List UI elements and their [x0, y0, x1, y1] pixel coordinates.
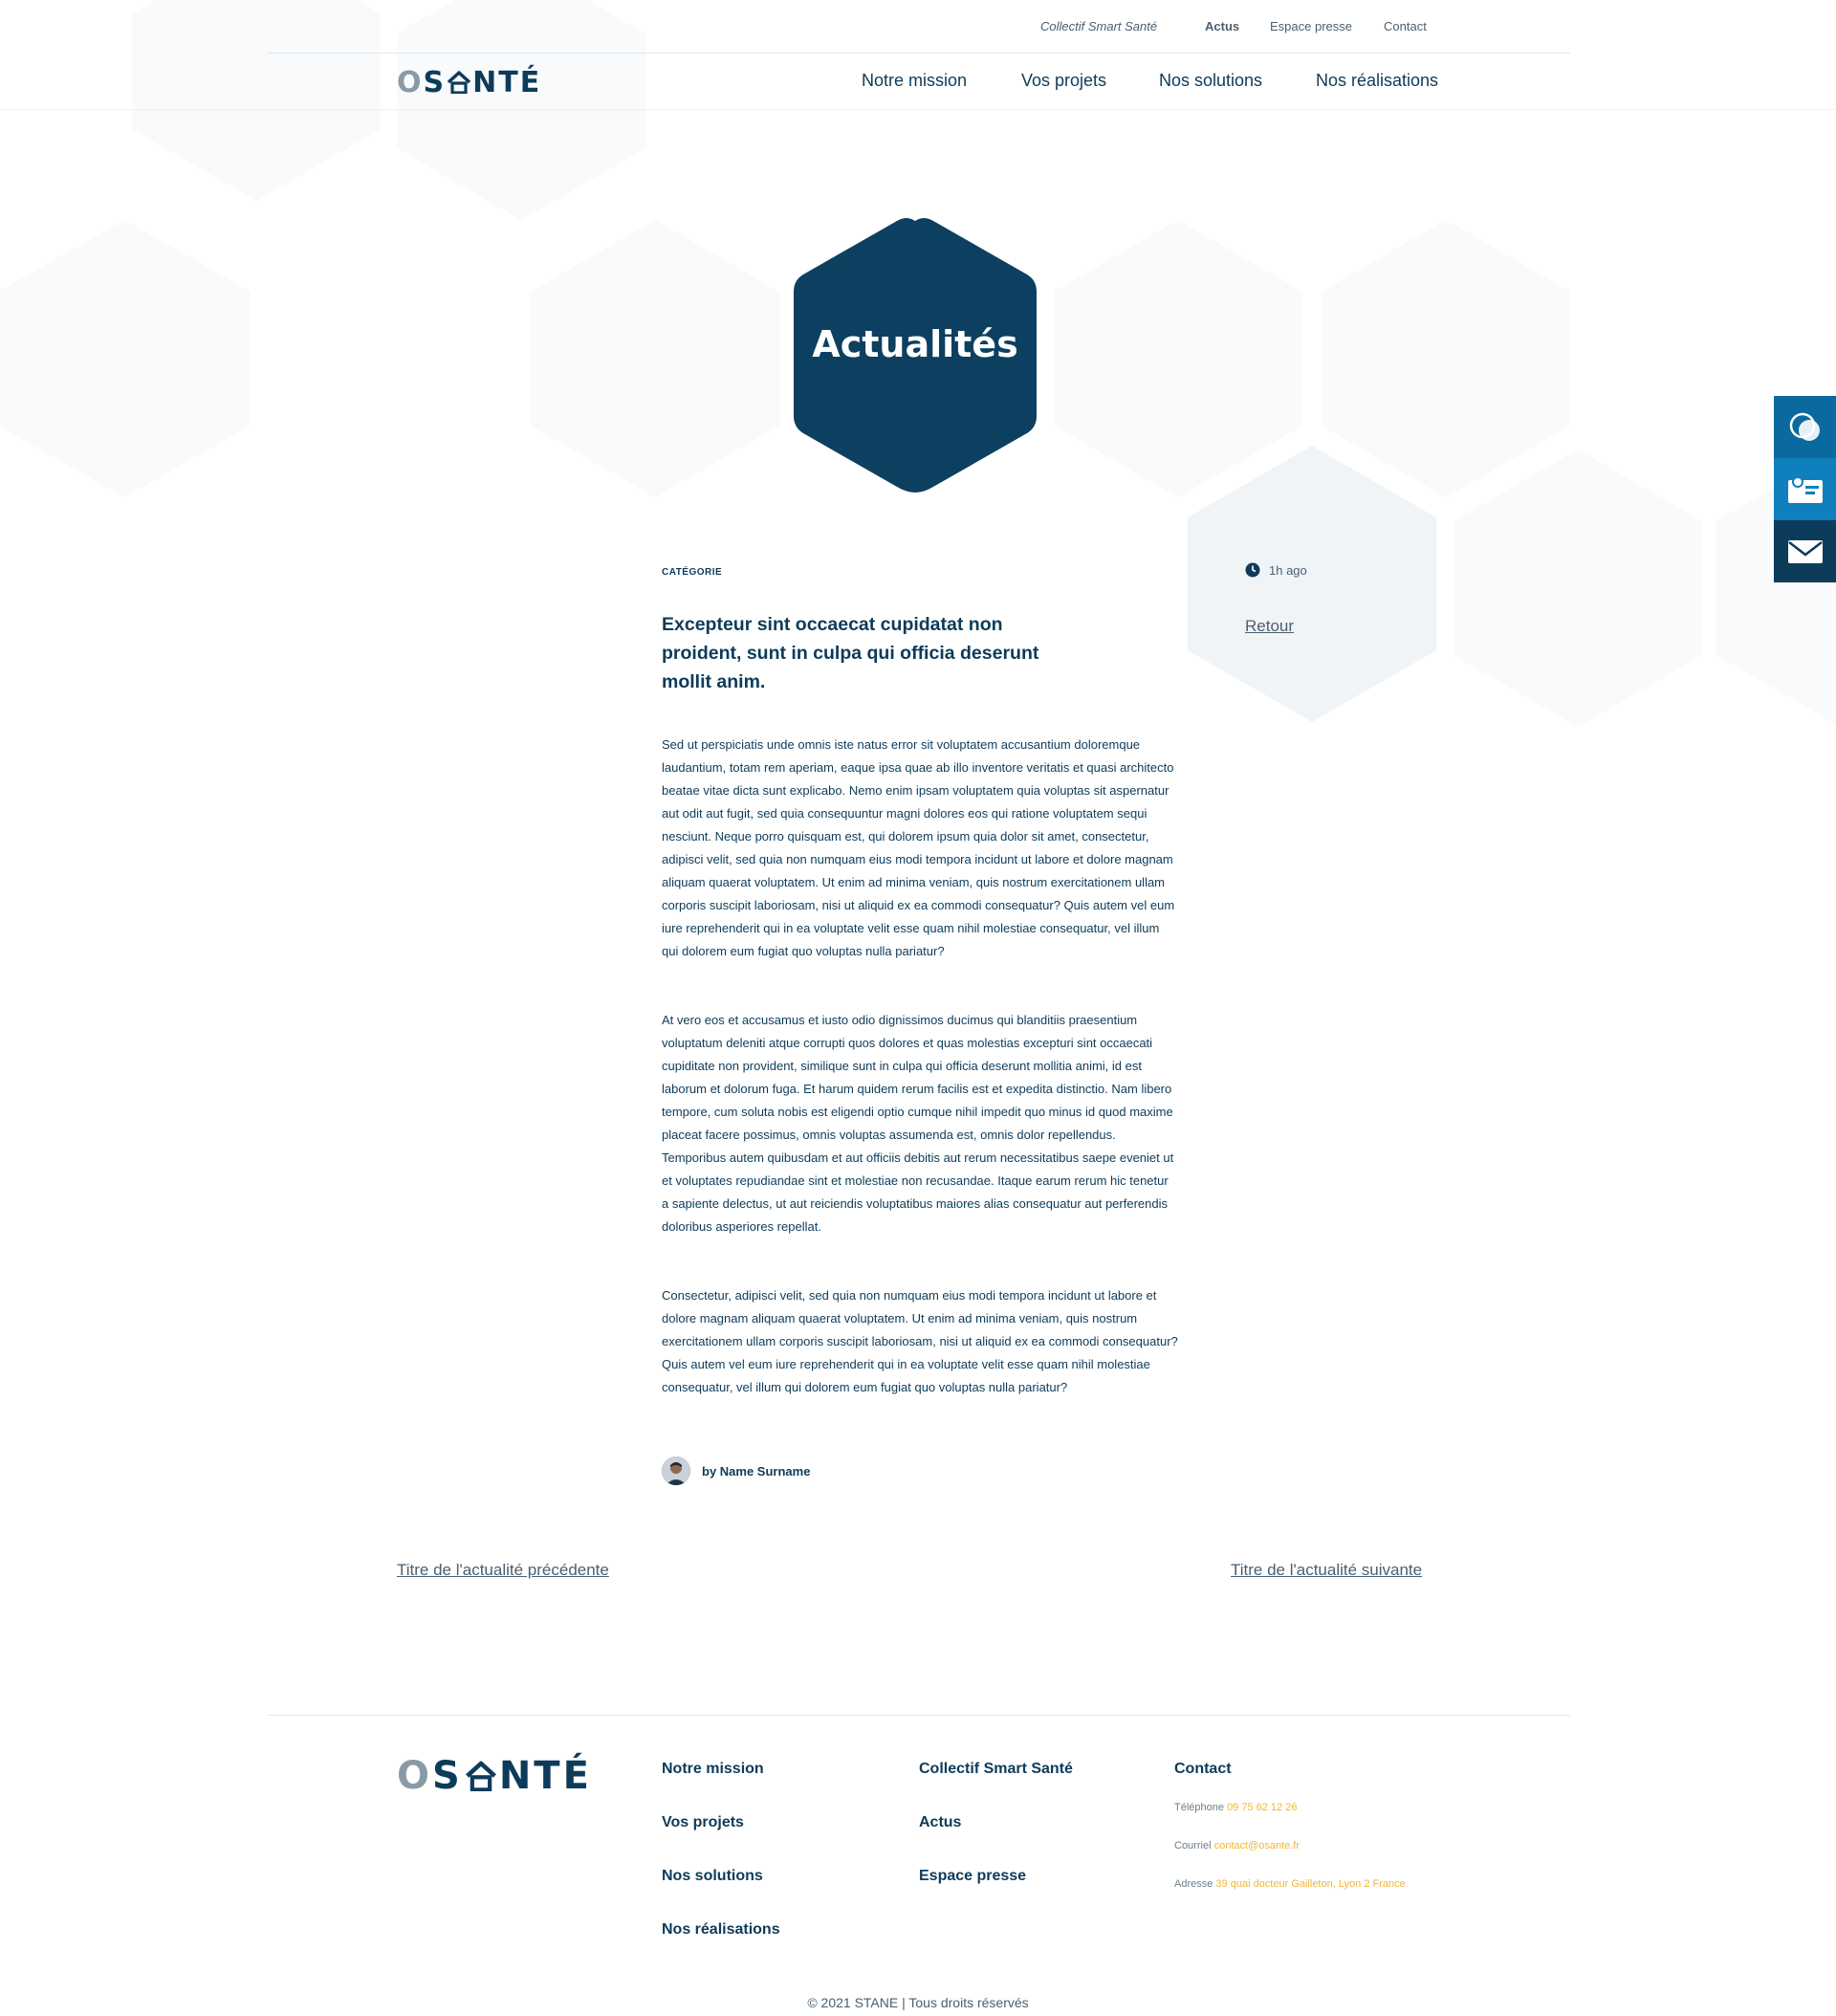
article-headline: Excepteur sint occaecat cupidatat non pr…	[662, 614, 1039, 692]
footer-link-solutions[interactable]: Nos solutions	[662, 1868, 763, 1885]
house-icon	[465, 1761, 496, 1791]
logo-letter-o: O	[397, 65, 424, 99]
nav-nos-realisations[interactable]: Nos réalisations	[1316, 71, 1438, 91]
address-label: Adresse	[1174, 1878, 1213, 1890]
topbar-link-presse[interactable]: Espace presse	[1270, 19, 1352, 33]
article-category: CATÉGORIE	[662, 567, 723, 578]
footer-contact-title: Contact	[1174, 1761, 1232, 1777]
avatar	[662, 1457, 690, 1485]
article-author: by Name Surname	[662, 1457, 810, 1485]
footer-link-presse[interactable]: Espace presse	[919, 1868, 1026, 1885]
footer-link-projets[interactable]: Vos projets	[662, 1814, 744, 1831]
nav-vos-projets[interactable]: Vos projets	[1021, 71, 1106, 91]
footer-divider	[268, 1715, 1570, 1716]
address-value: 39 quai docteur Gailleton, Lyon 2 France	[1215, 1878, 1406, 1890]
topbar-link-contact[interactable]: Contact	[1384, 19, 1427, 33]
nav-nos-solutions[interactable]: Nos solutions	[1159, 71, 1262, 91]
side-widget-mail[interactable]	[1774, 520, 1836, 582]
side-widget-chat[interactable]	[1774, 396, 1836, 458]
author-name: by Name Surname	[702, 1463, 811, 1479]
footer-link-actus[interactable]: Actus	[919, 1814, 961, 1831]
chat-bubbles-icon	[1789, 412, 1820, 441]
back-link[interactable]: Retour	[1245, 617, 1294, 636]
site-logo[interactable]: O S NTÉ	[397, 65, 542, 99]
logo-letter-s: S	[423, 65, 447, 99]
footer-link-collectif[interactable]: Collectif Smart Santé	[919, 1761, 1073, 1778]
bg-hexagon	[1054, 220, 1302, 497]
topbar-link-collectif[interactable]: Collectif Smart Santé	[1040, 19, 1157, 33]
article-paragraph: Sed ut perspiciatis unde omnis iste natu…	[662, 737, 1175, 958]
bg-hexagon	[1454, 449, 1702, 727]
footer-logo[interactable]: O S NTÉ	[397, 1754, 592, 1798]
time-ago: 1h ago	[1269, 562, 1307, 578]
topbar-link-actus[interactable]: Actus	[1205, 19, 1239, 33]
side-widget-contact-card[interactable]	[1774, 458, 1836, 520]
copyright: © 2021 STANE | Tous droits réservés	[807, 1995, 1029, 2010]
contact-card-icon	[1787, 475, 1823, 503]
house-icon	[447, 71, 471, 94]
logo-letters-nte: NTÉ	[498, 1754, 592, 1798]
footer-address: Adresse 39 quai docteur Gailleton, Lyon …	[1174, 1878, 1406, 1890]
footer-email: Courriel contact@osante.fr	[1174, 1840, 1300, 1852]
clock-icon	[1245, 562, 1260, 578]
article-paragraph: At vero eos et accusamus et iusto odio d…	[662, 1013, 1174, 1234]
logo-letters-nte: NTÉ	[472, 65, 542, 99]
top-utility-bar: Collectif Smart Santé Actus Espace press…	[268, 0, 1570, 54]
article-timestamp: 1h ago	[1245, 562, 1307, 578]
logo-letter-o: O	[397, 1754, 433, 1798]
mail-icon	[1787, 539, 1823, 563]
phone-link[interactable]: 09 75 62 12 26	[1227, 1802, 1297, 1813]
footer-phone: Téléphone 09 75 62 12 26	[1174, 1802, 1297, 1813]
email-link[interactable]: contact@osante.fr	[1214, 1840, 1300, 1852]
bg-hexagon	[0, 220, 251, 497]
nav-notre-mission[interactable]: Notre mission	[862, 71, 967, 91]
logo-letter-s: S	[432, 1754, 463, 1798]
meta-hexagon	[1188, 446, 1436, 722]
next-article-link[interactable]: Titre de l'actualité suivante	[1231, 1561, 1422, 1580]
article-paragraph: Consectetur, adipisci velit, sed quia no…	[662, 1288, 1178, 1394]
main-header: O S NTÉ Notre mission Vos projets Nos so…	[0, 55, 1836, 110]
email-label: Courriel	[1174, 1840, 1212, 1852]
bg-hexagon	[531, 220, 779, 497]
footer-link-mission[interactable]: Notre mission	[662, 1761, 764, 1778]
footer-link-realisations[interactable]: Nos réalisations	[662, 1921, 780, 1939]
previous-article-link[interactable]: Titre de l'actualité précédente	[397, 1561, 609, 1580]
bg-hexagon	[1322, 220, 1570, 497]
phone-label: Téléphone	[1174, 1802, 1224, 1813]
page-title: Actualités	[812, 323, 1018, 365]
